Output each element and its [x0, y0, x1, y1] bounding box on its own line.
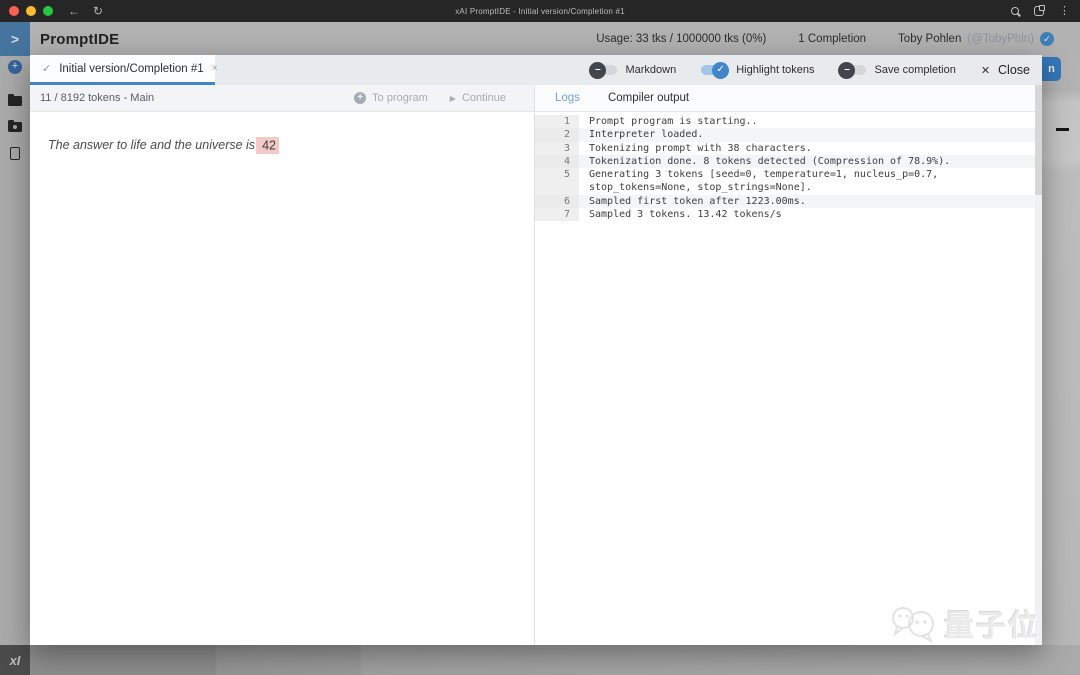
tab-completion[interactable]: ✓ Initial version/Completion #1 ×: [30, 55, 218, 85]
log-line-1: 1 Prompt program is starting..: [535, 115, 1042, 129]
log-text: Sampled 3 tokens. 13.42 tokens/s: [589, 209, 782, 221]
play-icon: ▶: [449, 93, 456, 103]
verified-badge-icon: ✓: [1040, 32, 1054, 46]
check-icon: ✓: [42, 63, 52, 75]
log-line-5: 5 Generating 3 tokens [seed=0, temperatu…: [535, 168, 1042, 182]
line-number: 4: [535, 154, 579, 169]
panel-handle: [1056, 128, 1069, 131]
promptide-logo[interactable]: >: [0, 22, 30, 56]
highlight-tokens-toggle[interactable]: ✓: [701, 61, 730, 79]
line-number: 2: [535, 128, 579, 142]
user-handle: (@TobyPhln): [967, 33, 1034, 45]
line-number: [535, 181, 579, 195]
tab-compiler-output[interactable]: Compiler output: [608, 92, 689, 104]
close-icon: ✕: [980, 64, 991, 77]
scrollbar-thumb[interactable]: [1035, 85, 1042, 195]
log-text: stop_tokens=None, stop_strings=None].: [589, 182, 812, 194]
token-count-status: 11 / 8192 tokens - Main: [40, 92, 155, 104]
user-menu[interactable]: Toby Pohlen (@TobyPhln) ✓: [898, 32, 1054, 46]
continue-label: Continue: [461, 92, 506, 104]
save-completion-toggle[interactable]: –: [838, 61, 867, 79]
continue-button[interactable]: ▶ Continue: [450, 92, 506, 104]
completions-count: 1 Completion: [798, 33, 867, 45]
markdown-toggle[interactable]: –: [589, 61, 618, 79]
user-name: Toby Pohlen: [898, 33, 962, 45]
save-completion-toggle-label: Save completion: [874, 64, 956, 76]
modal-toolbar: – Markdown ✓ Highlight tokens – Save com…: [589, 55, 1042, 85]
line-number: 6: [535, 194, 579, 209]
new-file-icon[interactable]: +: [8, 60, 22, 74]
log-output: 1 Prompt program is starting.. 2 Interpr…: [535, 112, 1042, 645]
check-icon: ✓: [712, 61, 730, 79]
log-text: Sampled first token after 1223.00ms.: [589, 195, 806, 207]
files-folder-icon[interactable]: [8, 93, 22, 106]
log-text: Prompt program is starting..: [589, 116, 758, 127]
log-text: Interpreter loaded.: [589, 129, 704, 141]
log-line-6: 6 Sampled first token after 1223.00ms.: [535, 194, 1042, 209]
log-line-2: 2 Interpreter loaded.: [535, 128, 1042, 142]
minimize-window-button[interactable]: [26, 6, 36, 16]
minus-icon: –: [589, 61, 607, 79]
line-number: 7: [535, 208, 579, 222]
close-button[interactable]: ✕ Close: [981, 63, 1030, 77]
shared-folder-icon[interactable]: [8, 119, 22, 132]
left-sidebar: +: [0, 56, 30, 645]
reload-icon[interactable]: ↻: [93, 5, 103, 17]
tab-label: Initial version/Completion #1: [59, 62, 204, 75]
browser-chrome: ← ↻ xAI PromptIDE - Initial version/Comp…: [0, 0, 1080, 22]
save-completion-toggle-group: – Save completion: [838, 61, 956, 79]
window-title: xAI PromptIDE - Initial version/Completi…: [455, 6, 625, 16]
highlight-tokens-toggle-group: ✓ Highlight tokens: [701, 61, 815, 79]
tab-close-icon[interactable]: ×: [212, 63, 218, 74]
log-line-5-wrap: stop_tokens=None, stop_strings=None].: [535, 181, 1042, 195]
log-line-4: 4 Tokenization done. 8 tokens detected (…: [535, 154, 1042, 169]
search-icon[interactable]: [1011, 7, 1019, 15]
log-text: Generating 3 tokens [seed=0, temperature…: [589, 169, 939, 181]
editor-info-bar: 11 / 8192 tokens - Main + To program ▶ C…: [30, 85, 534, 112]
editor-pane: 11 / 8192 tokens - Main + To program ▶ C…: [30, 85, 535, 645]
modal-scrollbar[interactable]: [1035, 85, 1042, 645]
prompt-text: The answer to life and the universe is: [48, 138, 256, 152]
line-number: 3: [535, 141, 579, 155]
log-text: Tokenization done. 8 tokens detected (Co…: [589, 155, 951, 167]
markdown-toggle-group: – Markdown: [589, 61, 677, 79]
completion-modal: ✓ Initial version/Completion #1 × – Mark…: [30, 55, 1042, 645]
line-number: 5: [535, 168, 579, 182]
minus-icon: –: [838, 61, 856, 79]
document-icon[interactable]: [10, 147, 20, 160]
completion-token: 42: [256, 136, 279, 154]
app-title: PromptIDE: [40, 30, 120, 48]
usage-status: Usage: 33 tks / 1000000 tks (0%): [596, 33, 767, 45]
fullscreen-window-button[interactable]: [43, 6, 53, 16]
prompt-editor[interactable]: The answer to life and the universe is 42: [30, 112, 534, 645]
log-text: Tokenizing prompt with 38 characters.: [589, 142, 812, 154]
dimmed-background-bottom: [30, 645, 1080, 675]
xai-logo[interactable]: xI: [0, 645, 30, 675]
log-line-3: 3 Tokenizing prompt with 38 characters.: [535, 141, 1042, 155]
to-program-label: To program: [372, 92, 428, 104]
logs-pane: Logs Compiler output 1 Prompt program is…: [535, 85, 1042, 645]
close-window-button[interactable]: [9, 6, 19, 16]
back-icon[interactable]: ←: [68, 5, 80, 17]
app-header: > PromptIDE Usage: 33 tks / 1000000 tks …: [0, 22, 1080, 56]
log-line-7: 7 Sampled 3 tokens. 13.42 tokens/s: [535, 208, 1042, 222]
markdown-toggle-label: Markdown: [625, 64, 677, 76]
run-button[interactable]: n: [1042, 57, 1061, 81]
tab-logs[interactable]: Logs: [555, 92, 580, 104]
plus-circle-icon: +: [354, 92, 367, 104]
tab-switcher-icon[interactable]: [1034, 5, 1045, 16]
window-controls: [9, 6, 53, 16]
highlight-tokens-toggle-label: Highlight tokens: [736, 64, 815, 76]
dimmed-background-right: [1042, 56, 1080, 645]
modal-tab-bar: ✓ Initial version/Completion #1 × – Mark…: [30, 55, 1042, 85]
logs-tab-bar: Logs Compiler output: [535, 85, 1042, 112]
browser-menu-icon[interactable]: ⋮: [1059, 5, 1070, 17]
to-program-button[interactable]: + To program: [354, 92, 428, 104]
close-button-label: Close: [998, 63, 1030, 77]
line-number: 1: [535, 115, 579, 129]
